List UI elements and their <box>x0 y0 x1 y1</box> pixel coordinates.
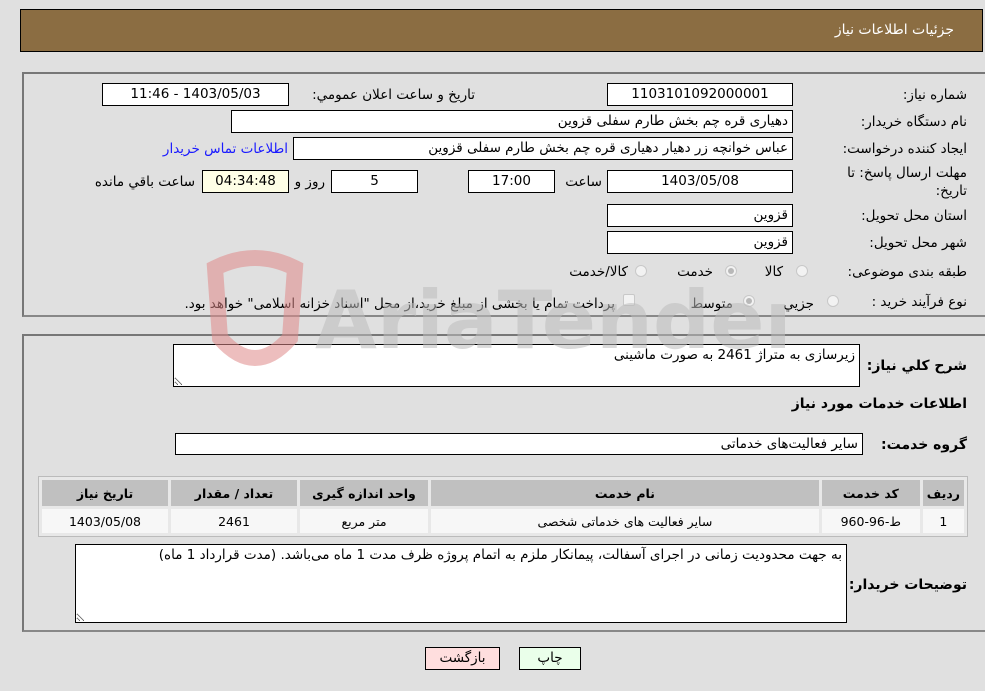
buyer-notes-label: توضيحات خريدار: <box>848 577 967 593</box>
print-button[interactable]: چاپ <box>519 647 581 670</box>
delivery-city-label: شهر محل تحويل: <box>869 235 967 251</box>
purchase-medium-label: متوسط <box>690 296 733 312</box>
col-need-date: تاريخ نياز <box>42 480 168 506</box>
services-heading: اطلاعات خدمات مورد نياز <box>791 396 967 412</box>
need-number-label: شماره نیاز: <box>902 87 967 103</box>
category-label: طبقه بندی موضوعی: <box>847 264 967 280</box>
deadline-time-label: ساعت <box>565 174 602 190</box>
time-remaining-label: ساعت باقي مانده <box>94 174 195 190</box>
requester-label: ايجاد كننده درخواست: <box>842 141 967 157</box>
category-goods-service-radio[interactable] <box>635 265 647 277</box>
cell-need-date: 1403/05/08 <box>42 509 168 533</box>
table-header-row: رديف كد خدمت نام خدمت واحد اندازه گيری ت… <box>42 480 964 506</box>
announce-datetime-label: تاريخ و ساعت اعلان عمومي: <box>312 87 475 103</box>
page-title: جزئیات اطلاعات نیاز <box>834 22 954 38</box>
days-remaining-field: 5 <box>331 170 418 193</box>
col-service-name: نام خدمت <box>431 480 819 506</box>
requester-field: عباس خوانچه زر دهیار دهیاری قره چم بخش ط… <box>293 137 793 160</box>
treasury-checkbox[interactable] <box>623 294 635 306</box>
page-header: جزئیات اطلاعات نیاز <box>20 9 983 52</box>
category-service-label: خدمت <box>677 264 713 280</box>
deadline-label: مهلت ارسال پاسخ: تا تاریخ: <box>847 165 967 199</box>
purchase-type-label: نوع فرآیند خرید : <box>871 294 967 310</box>
delivery-province-field: قزوين <box>607 204 793 227</box>
purchase-medium-radio[interactable] <box>743 295 755 307</box>
purchase-minor-label: جزيي <box>783 296 814 312</box>
col-row-number: رديف <box>922 480 964 506</box>
general-description-label: شرح كلي نياز: <box>866 358 967 374</box>
time-remaining-field: 04:34:48 <box>202 170 289 193</box>
col-service-code: كد خدمت <box>821 480 920 506</box>
service-group-field: سایر فعالیت‌های خدماتی <box>175 433 863 455</box>
cell-unit: متر مربع <box>300 509 428 533</box>
category-service-radio[interactable] <box>725 265 737 277</box>
buyer-contact-link[interactable]: اطلاعات تماس خريدار <box>163 141 288 157</box>
buyer-org-label: نام دستگاه خريدار: <box>860 114 967 130</box>
treasury-note: پرداخت تمام يا بخشی از مبلغ خريد،از محل … <box>184 296 615 312</box>
col-unit: واحد اندازه گيری <box>300 480 428 506</box>
buyer-org-field: دهیاری قره چم بخش طارم سفلی قزوین <box>231 110 793 133</box>
cell-service-name: سایر فعالیت های خدماتی شخصی <box>431 509 819 533</box>
cell-row-number: 1 <box>922 509 964 533</box>
col-quantity: تعداد / مقدار <box>171 480 297 506</box>
deadline-time-field: 17:00 <box>468 170 555 193</box>
category-goods-service-label: کالا/خدمت <box>569 264 628 280</box>
purchase-minor-radio[interactable] <box>827 295 839 307</box>
service-group-label: گروه خدمت: <box>881 437 967 453</box>
cell-quantity: 2461 <box>171 509 297 533</box>
services-table: رديف كد خدمت نام خدمت واحد اندازه گيری ت… <box>38 476 968 537</box>
general-description-textarea[interactable]: زیرسازی به متراژ 2461 به صورت ماشینی <box>173 344 860 387</box>
days-label: روز و <box>294 174 325 190</box>
announce-datetime-field: 1403/05/03 - 11:46 <box>102 83 289 106</box>
table-row: 1 ط-96-960 سایر فعالیت های خدماتی شخصی م… <box>42 509 964 533</box>
category-goods-label: کالا <box>764 264 783 280</box>
back-button[interactable]: بازگشت <box>425 647 500 670</box>
category-goods-radio[interactable] <box>796 265 808 277</box>
delivery-province-label: استان محل تحويل: <box>861 208 967 224</box>
deadline-date-field: 1403/05/08 <box>607 170 793 193</box>
need-number-field: 1103101092000001 <box>607 83 793 106</box>
buyer-notes-textarea[interactable]: به جهت محدودیت زمانی در اجرای آسفالت، پی… <box>75 544 847 623</box>
cell-service-code: ط-96-960 <box>821 509 920 533</box>
delivery-city-field: قزوين <box>607 231 793 254</box>
